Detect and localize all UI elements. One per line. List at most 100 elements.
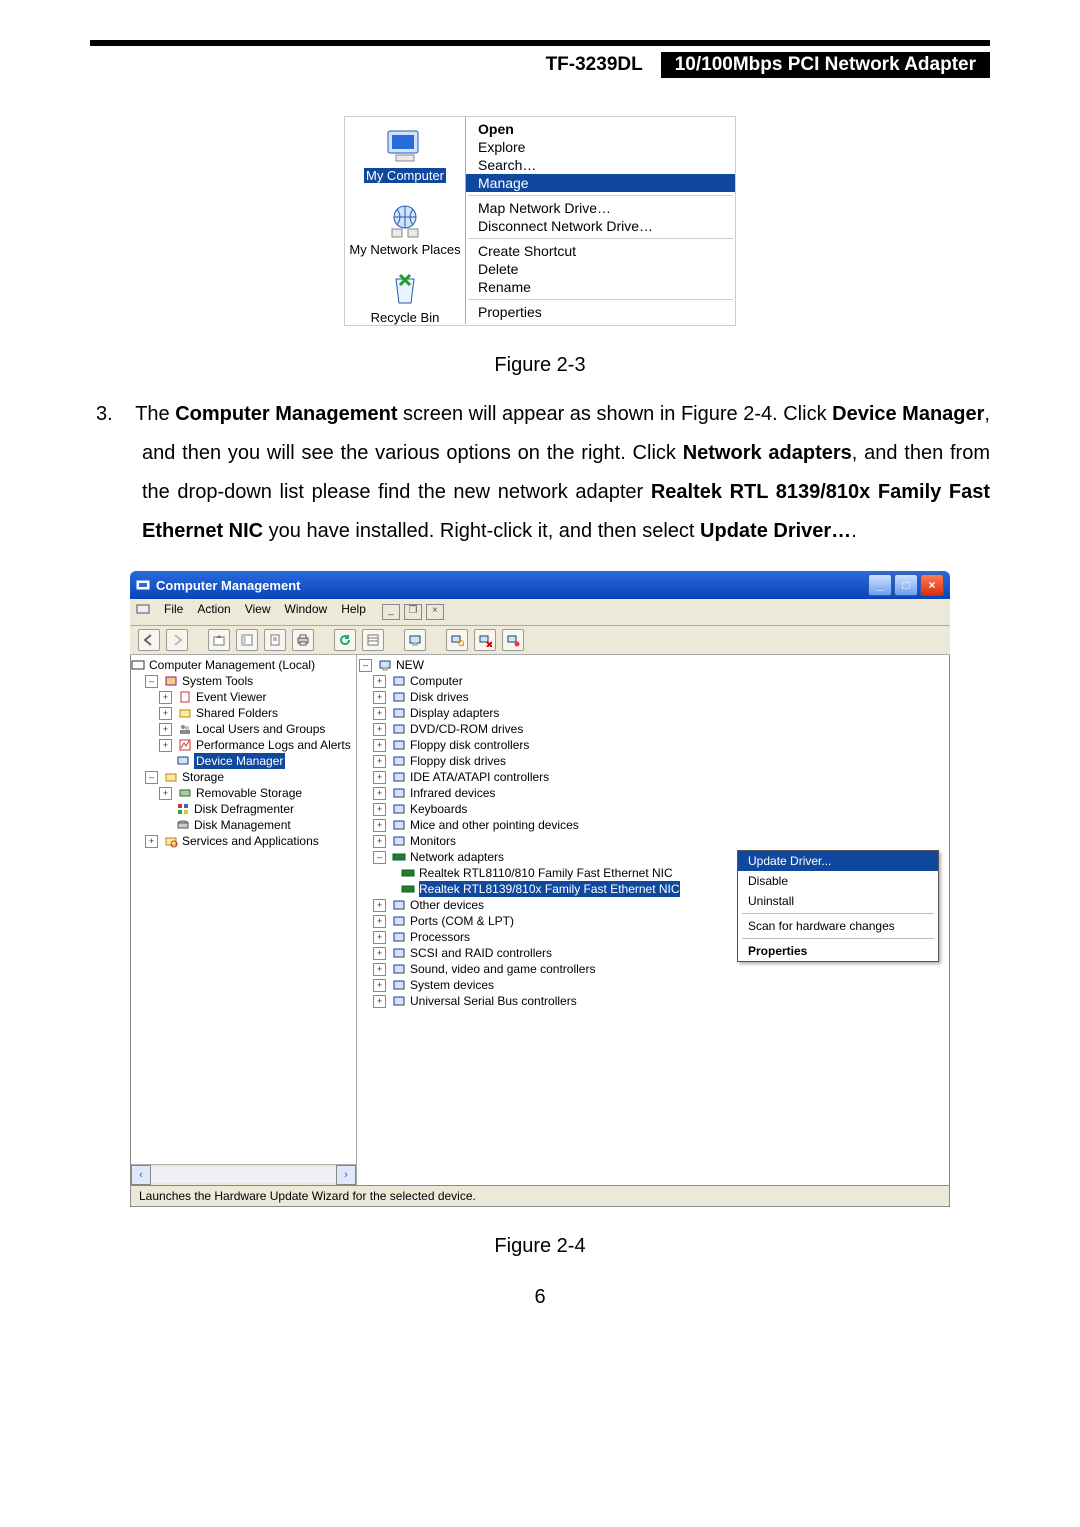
menu-search[interactable]: Search… bbox=[466, 156, 735, 174]
menu-rename[interactable]: Rename bbox=[466, 278, 735, 296]
device-category-icon bbox=[392, 898, 406, 912]
recycle-bin-icon[interactable] bbox=[382, 269, 428, 309]
tree-perf-logs[interactable]: Performance Logs and Alerts bbox=[196, 737, 351, 753]
disk-management-icon bbox=[176, 818, 190, 832]
device-category-icon bbox=[392, 962, 406, 976]
device-category-icon bbox=[392, 818, 406, 832]
my-computer-icon[interactable] bbox=[382, 127, 428, 167]
tree-shared-folders[interactable]: Shared Folders bbox=[196, 705, 278, 721]
tree-services-apps[interactable]: Services and Applications bbox=[182, 833, 319, 849]
window-titlebar[interactable]: Computer Management _ □ × bbox=[130, 571, 950, 599]
toolbar-export-list-button[interactable] bbox=[362, 629, 384, 651]
toolbar-update-button[interactable] bbox=[502, 629, 524, 651]
ctx-uninstall[interactable]: Uninstall bbox=[738, 891, 938, 911]
defrag-icon bbox=[176, 802, 190, 816]
menu-action[interactable]: Action bbox=[197, 602, 230, 622]
menu-view[interactable]: View bbox=[245, 602, 271, 622]
tree-device-manager[interactable]: Device Manager bbox=[194, 753, 285, 769]
toolbar-forward-button[interactable] bbox=[166, 629, 188, 651]
window-minimize-button[interactable]: _ bbox=[868, 574, 892, 596]
toolbar-refresh-button[interactable] bbox=[334, 629, 356, 651]
device-category[interactable]: Disk drives bbox=[410, 689, 469, 705]
tree-event-viewer[interactable]: Event Viewer bbox=[196, 689, 266, 705]
toolbar-show-hide-button[interactable] bbox=[236, 629, 258, 651]
figure-2-3-caption: Figure 2-3 bbox=[90, 354, 990, 377]
ctx-update-driver[interactable]: Update Driver... bbox=[738, 851, 938, 871]
menu-disconnect-drive[interactable]: Disconnect Network Drive… bbox=[466, 217, 735, 235]
menu-window[interactable]: Window bbox=[285, 602, 328, 622]
shared-folders-icon bbox=[178, 706, 192, 720]
window-maximize-button[interactable]: □ bbox=[894, 574, 918, 596]
menu-manage[interactable]: Manage bbox=[466, 174, 735, 192]
toolbar-uninstall-button[interactable] bbox=[474, 629, 496, 651]
toolbar-device-icon[interactable] bbox=[404, 629, 426, 651]
device-category[interactable]: Computer bbox=[410, 673, 463, 689]
tree-removable-storage[interactable]: Removable Storage bbox=[196, 785, 302, 801]
tree-storage[interactable]: Storage bbox=[182, 769, 224, 785]
device-tree[interactable]: –NEW +Computer+Disk drives+Display adapt… bbox=[357, 655, 949, 1185]
device-category-icon bbox=[392, 738, 406, 752]
device-category[interactable]: Other devices bbox=[410, 897, 484, 913]
menu-help[interactable]: Help bbox=[341, 602, 366, 622]
device-category[interactable]: Universal Serial Bus controllers bbox=[410, 993, 577, 1009]
document-header: TF-3239DL 10/100Mbps PCI Network Adapter bbox=[90, 52, 990, 78]
tree-local-users[interactable]: Local Users and Groups bbox=[196, 721, 325, 737]
device-category[interactable]: IDE ATA/ATAPI controllers bbox=[410, 769, 549, 785]
scroll-right-button[interactable]: › bbox=[336, 1165, 356, 1185]
device-category[interactable]: Infrared devices bbox=[410, 785, 495, 801]
device-category[interactable]: SCSI and RAID controllers bbox=[410, 945, 552, 961]
toolbar-scan-button[interactable] bbox=[446, 629, 468, 651]
tree-system-tools[interactable]: System Tools bbox=[182, 673, 253, 689]
menu-properties[interactable]: Properties bbox=[466, 303, 735, 321]
ctx-properties[interactable]: Properties bbox=[738, 941, 938, 961]
device-category[interactable]: Monitors bbox=[410, 833, 456, 849]
mdi-minimize-button[interactable]: _ bbox=[382, 604, 400, 620]
device-category-icon bbox=[392, 930, 406, 944]
toolbar-up-button[interactable] bbox=[208, 629, 230, 651]
toolbar-print-button[interactable] bbox=[292, 629, 314, 651]
mdi-restore-button[interactable]: ❐ bbox=[404, 604, 422, 620]
device-category[interactable]: Mice and other pointing devices bbox=[410, 817, 579, 833]
mdi-close-button[interactable]: × bbox=[426, 604, 444, 620]
device-nic1[interactable]: Realtek RTL8110/810 Family Fast Ethernet… bbox=[419, 865, 673, 881]
scroll-left-button[interactable]: ‹ bbox=[131, 1165, 151, 1185]
device-category[interactable]: Processors bbox=[410, 929, 470, 945]
console-root-icon bbox=[131, 658, 145, 672]
network-places-icon[interactable] bbox=[382, 201, 428, 241]
menu-delete[interactable]: Delete bbox=[466, 260, 735, 278]
menu-explore[interactable]: Explore bbox=[466, 138, 735, 156]
device-category[interactable]: Floppy disk drives bbox=[410, 753, 506, 769]
menu-open[interactable]: Open bbox=[466, 120, 735, 138]
device-category[interactable]: DVD/CD-ROM drives bbox=[410, 721, 523, 737]
tree-horizontal-scrollbar[interactable]: ‹ › bbox=[131, 1164, 356, 1185]
device-root[interactable]: NEW bbox=[396, 657, 424, 673]
device-category[interactable]: Floppy disk controllers bbox=[410, 737, 529, 753]
network-places-label: My Network Places bbox=[347, 242, 462, 257]
device-network-adapters[interactable]: Network adapters bbox=[410, 849, 504, 865]
ctx-disable[interactable]: Disable bbox=[738, 871, 938, 891]
figure-2-3: My Computer My Network Places Recycle Bi… bbox=[344, 116, 736, 326]
device-category[interactable]: Ports (COM & LPT) bbox=[410, 913, 514, 929]
toolbar-back-button[interactable] bbox=[138, 629, 160, 651]
device-category-icon bbox=[392, 770, 406, 784]
device-category[interactable]: Keyboards bbox=[410, 801, 467, 817]
ctx-scan[interactable]: Scan for hardware changes bbox=[738, 916, 938, 936]
tree-defragmenter[interactable]: Disk Defragmenter bbox=[194, 801, 294, 817]
context-menu: Open Explore Search… Manage Map Network … bbox=[465, 117, 735, 324]
device-category[interactable]: System devices bbox=[410, 977, 494, 993]
menu-file[interactable]: File bbox=[164, 602, 183, 622]
console-tree[interactable]: Computer Management (Local) –System Tool… bbox=[131, 655, 357, 1185]
toolbar-properties-button[interactable] bbox=[264, 629, 286, 651]
device-category-icon bbox=[392, 706, 406, 720]
device-category[interactable]: Display adapters bbox=[410, 705, 499, 721]
device-context-menu: Update Driver... Disable Uninstall Scan … bbox=[737, 850, 939, 962]
menu-map-drive[interactable]: Map Network Drive… bbox=[466, 199, 735, 217]
tree-root[interactable]: Computer Management (Local) bbox=[149, 657, 315, 673]
device-category[interactable]: Sound, video and game controllers bbox=[410, 961, 595, 977]
device-category-icon bbox=[392, 690, 406, 704]
device-category-icon bbox=[392, 674, 406, 688]
menu-create-shortcut[interactable]: Create Shortcut bbox=[466, 242, 735, 260]
device-nic2-selected[interactable]: Realtek RTL8139/810x Family Fast Etherne… bbox=[419, 881, 680, 897]
tree-disk-management[interactable]: Disk Management bbox=[194, 817, 291, 833]
window-close-button[interactable]: × bbox=[920, 574, 944, 596]
